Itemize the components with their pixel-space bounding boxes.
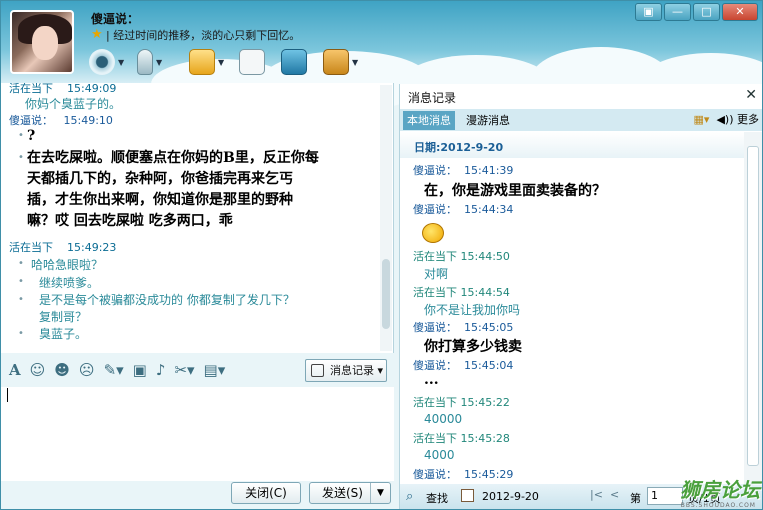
camera-icon [89,49,115,75]
history-panel: 消息记录 ✕ 本地消息 漫游消息 ▦▾ ◀)) 更多 日期:2012-9-20 … [399,84,762,509]
toolbox-icon[interactable]: ▤▾ [204,361,226,379]
message-text: 哈哈急眼啦？ [31,258,104,272]
message-history-button[interactable]: 消息记录 ▾ [305,359,387,382]
remote-desktop-button[interactable] [281,47,307,77]
history-entry-header: 活在当下 15:44:54 [413,286,510,299]
page-prefix: 第 [630,492,641,505]
history-entry-header: 活在当下 15:45:28 [413,432,510,445]
file-transfer-button[interactable]: ▼ [189,47,224,77]
text-caret [7,388,8,402]
message-text: 天都插几下的，杂种阿，你爸插完再来乞丐 [27,171,293,187]
screenshot-icon[interactable]: ✂▾ [174,361,194,379]
watermark-url: BBS.SHOUDAO.COM [680,502,756,509]
message-text: 臭蓝子。 [39,327,88,341]
magic-emoji-icon[interactable]: ☻ [54,361,70,379]
prev-page-icon[interactable]: < [610,488,619,501]
music-icon[interactable]: ♪ [156,361,166,379]
font-icon[interactable]: A [9,361,21,379]
history-entry-header: 傻逼说： 15:44:34 [413,203,514,216]
tab-local[interactable]: 本地消息 [403,111,455,130]
microphone-icon [137,49,153,75]
minimize-button[interactable]: — [664,3,691,21]
app-box-button[interactable]: ▼ [323,47,358,77]
chat-scrollbar[interactable] [380,85,392,351]
first-page-icon[interactable]: |< [590,488,603,501]
scroll-thumb[interactable] [382,259,390,329]
message-text: 嘛？哎 回去吃屎啦 吃多两口，乖 [27,213,233,229]
date-header: 日期:2012-9-20 [400,132,744,158]
tab-roaming[interactable]: 漫游消息 [462,111,514,130]
file-transfer-icon [189,49,215,75]
contact-avatar[interactable] [10,10,74,74]
send-options-dropdown[interactable]: ▼ [370,483,390,503]
app-list-icon [239,49,265,75]
filter-icon[interactable]: ▦▾ [694,113,710,126]
history-entry-header: 活在当下 15:45:22 [413,396,510,409]
shake-icon[interactable]: ☹ [79,361,95,379]
history-entry-text: 4000 [424,448,455,462]
history-entry-text: 你打算多少钱卖 [424,339,522,355]
calendar-icon[interactable] [461,489,474,502]
emoji-icon[interactable]: ☺ [30,361,46,379]
history-close-button[interactable]: ✕ [745,87,757,103]
app-list-button[interactable] [239,47,265,77]
history-entry-header: 傻逼说： 15:45:05 [413,321,514,334]
message-text: 插，才生你出来啊，你知道你是那里的野种 [27,192,293,208]
history-entry-text: ... [424,372,439,388]
history-title: 消息记录 [408,91,457,105]
voice-call-button[interactable]: ▼ [137,47,162,77]
history-scrollbar[interactable] [744,132,762,484]
search-button[interactable]: 查找 [426,490,448,506]
clock-icon [311,364,324,377]
history-entry-header: 傻逼说： 15:45:29 [413,468,514,481]
send-button[interactable]: 发送(S) ▼ [309,482,391,504]
history-entry-header: 傻逼说： 15:45:04 [413,359,514,372]
speaker-icon[interactable]: ◀)) [716,113,733,126]
message-text: 你妈个臭蓝子的。 [25,97,122,111]
history-entry-text: 对啊 [424,267,449,281]
page-input[interactable]: 1 [647,487,683,505]
contact-name: 傻逼说： [91,12,140,26]
date-field[interactable]: 2012-9-20 [482,490,539,503]
chat-history-pane[interactable]: 活在当下 15:49:09 你妈个臭蓝子的。 傻逼说： 15:49:10 • ?… [1,83,394,353]
search-icon[interactable]: ⌕ [406,489,413,504]
emoji-sticker-icon [422,223,444,243]
history-entry-header: 傻逼说： 15:41:39 [413,164,514,177]
message-header: 傻逼说： 15:49:10 [9,114,113,127]
history-entry-text: 在，你是游戏里面卖装备的？ [424,183,606,199]
message-text: 在去吃屎啦。顺便塞点在你妈的B里，反正你每 [27,150,319,166]
message-text: ? [27,128,36,144]
scroll-thumb[interactable] [747,146,759,466]
video-call-button[interactable]: ▼ [89,47,124,77]
message-header: 活在当下 15:49:23 [9,241,117,254]
history-more[interactable]: ▦▾ ◀)) 更多 [694,111,759,127]
star-icon: ★ [91,27,103,42]
message-text: 继续喷爹。 [39,276,100,290]
history-entry-text: 40000 [424,412,463,426]
app-box-icon [323,49,349,75]
skin-button[interactable]: ▣ [635,3,662,21]
doodle-icon[interactable]: ✎▾ [104,361,124,379]
contact-signature: | 经过时间的推移，淡的心只剩下回忆。 [106,29,301,42]
close-button[interactable]: 关闭(C) [231,482,301,504]
message-text: 是不是每个被骗都没成功的 你都复制了发几下？ [39,293,295,307]
chat-window: 傻逼说： ★ | 经过时间的推移，淡的心只剩下回忆。 ▣ — □ ✕ ▼ ▼ ▼… [0,0,763,510]
remote-desktop-icon [281,49,307,75]
history-entry-text: 你不是让我加你吗 [424,303,521,317]
maximize-button[interactable]: □ [693,3,720,21]
close-window-button[interactable]: ✕ [722,3,758,21]
history-entry-header: 活在当下 15:44:50 [413,250,510,263]
watermark-logo: 狮房论坛 [680,478,760,502]
window-controls: ▣ — □ ✕ [635,3,758,21]
image-icon[interactable]: ▣ [133,361,147,379]
message-input[interactable] [1,387,394,481]
message-text: 复制哥？ [39,310,88,324]
